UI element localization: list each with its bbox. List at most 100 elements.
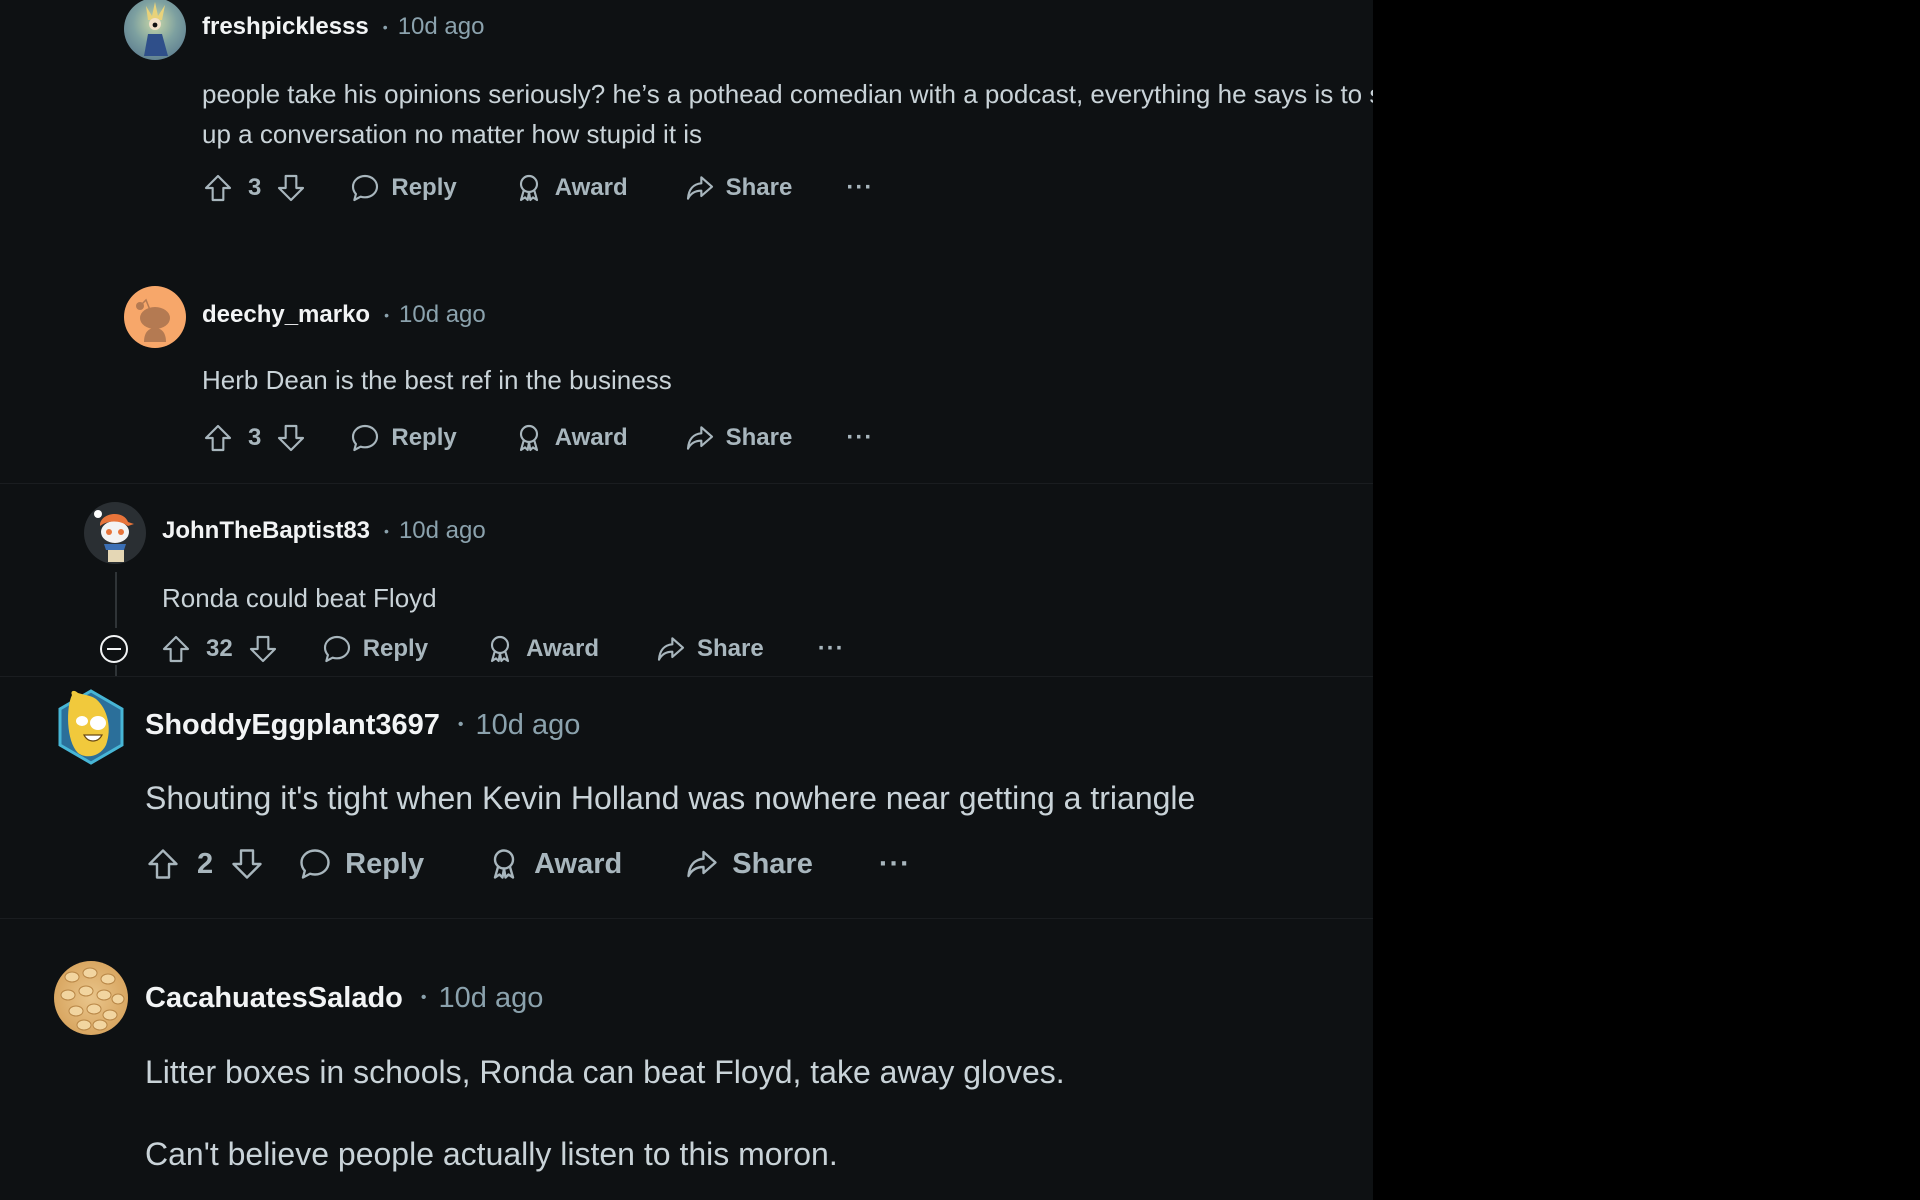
award-button[interactable]: Award xyxy=(513,172,628,204)
vote-score: 2 xyxy=(197,847,214,880)
share-button[interactable]: Share xyxy=(684,846,813,882)
share-label: Share xyxy=(725,424,793,451)
comment-text-line: Shouting it's tight when Kevin Holland w… xyxy=(145,780,1196,816)
avatar[interactable] xyxy=(56,687,126,767)
avatar-banana-nft-icon xyxy=(58,689,124,765)
avatar[interactable] xyxy=(54,961,128,1035)
timestamp[interactable]: 10d ago xyxy=(439,982,544,1015)
comment-meta: freshpicklesss • 10d ago xyxy=(202,12,484,42)
comment-body: Ronda could beat Floyd xyxy=(162,578,437,618)
reply-button[interactable]: Reply xyxy=(297,846,424,882)
share-arrow-icon xyxy=(686,426,713,450)
outer-background xyxy=(1373,0,1920,1200)
reply-label: Reply xyxy=(391,174,457,201)
meta-separator: • xyxy=(384,307,389,323)
comment-text-line: Can't believe people actually listen to … xyxy=(145,1136,838,1172)
downvote-button[interactable] xyxy=(275,422,307,454)
comment-actions: 32 Reply Award Share ··· xyxy=(160,631,845,667)
reply-bubble-icon xyxy=(300,849,330,879)
comment-body: people take his opinions seriously? he’s… xyxy=(202,74,1373,154)
comment-freshpicklesss: freshpicklesss • 10d ago people take his… xyxy=(0,0,1373,240)
share-arrow-icon xyxy=(687,850,717,878)
downvote-button[interactable] xyxy=(229,846,265,882)
comments-panel: freshpicklesss • 10d ago people take his… xyxy=(0,0,1373,1200)
vote-score: 32 xyxy=(206,635,233,662)
upvote-button[interactable] xyxy=(160,633,192,665)
comment-body: Litter boxes in schools, Ronda can beat … xyxy=(145,1049,1065,1177)
meta-separator: • xyxy=(457,716,464,733)
vote-score: 3 xyxy=(248,174,262,201)
more-options-button[interactable]: ··· xyxy=(846,424,873,452)
username[interactable]: freshpicklesss xyxy=(202,13,369,41)
reply-button[interactable]: Reply xyxy=(349,422,457,454)
reply-bubble-icon xyxy=(352,174,379,202)
reply-bubble-icon xyxy=(323,635,350,663)
timestamp[interactable]: 10d ago xyxy=(399,517,486,545)
share-label: Share xyxy=(725,174,793,201)
award-button[interactable]: Award xyxy=(513,422,628,454)
upvote-button[interactable] xyxy=(202,422,234,454)
upvote-button[interactable] xyxy=(145,846,181,882)
comment-meta: deechy_marko • 10d ago xyxy=(202,300,486,330)
share-label: Share xyxy=(696,635,764,662)
award-icon xyxy=(490,635,510,663)
upvote-button[interactable] xyxy=(202,172,234,204)
more-options-button[interactable]: ··· xyxy=(846,174,873,202)
username[interactable]: CacahuatesSalado xyxy=(145,982,403,1015)
downvote-button[interactable] xyxy=(247,633,279,665)
reply-button[interactable]: Reply xyxy=(321,633,428,665)
more-options-button[interactable]: ··· xyxy=(879,848,911,881)
upvote-icon xyxy=(204,424,232,452)
username[interactable]: JohnTheBaptist83 xyxy=(162,517,370,545)
avatar[interactable] xyxy=(124,0,186,60)
comment-actions: 3 Reply Award Share ··· xyxy=(202,420,873,456)
award-icon xyxy=(519,174,538,202)
comment-text-line: Ronda could beat Floyd xyxy=(162,583,437,613)
award-label: Award xyxy=(554,424,628,451)
collapse-thread-button[interactable] xyxy=(100,635,128,663)
share-button[interactable]: Share xyxy=(684,172,793,204)
comment-text-line: Herb Dean is the best ref in the busines… xyxy=(202,365,672,395)
comment-actions: 3 Reply Award Share ··· xyxy=(202,170,873,206)
share-button[interactable]: Share xyxy=(655,633,764,665)
avatar-peanuts-icon xyxy=(60,967,125,1031)
meta-separator: • xyxy=(382,19,388,35)
upvote-icon xyxy=(162,635,190,663)
timestamp[interactable]: 10d ago xyxy=(399,301,486,329)
share-label: Share xyxy=(732,847,813,880)
downvote-icon xyxy=(249,635,276,663)
username[interactable]: deechy_marko xyxy=(202,301,370,329)
vote-score: 3 xyxy=(248,424,262,451)
downvote-button[interactable] xyxy=(275,172,307,204)
collapse-minus-icon xyxy=(107,648,121,650)
avatar[interactable] xyxy=(84,502,146,564)
timestamp[interactable]: 10d ago xyxy=(476,709,581,742)
meta-separator: • xyxy=(384,523,389,539)
reply-bubble-icon xyxy=(352,424,379,452)
award-button[interactable]: Award xyxy=(484,633,599,665)
award-button[interactable]: Award xyxy=(486,846,622,882)
thread-line[interactable] xyxy=(115,665,117,676)
comment-meta: CacahuatesSalado • 10d ago xyxy=(145,980,543,1016)
share-arrow-icon xyxy=(657,637,685,661)
comment-text-line: Litter boxes in schools, Ronda can beat … xyxy=(145,1054,1065,1090)
meta-separator: • xyxy=(420,989,427,1006)
comment-meta: JohnTheBaptist83 • 10d ago xyxy=(162,516,486,546)
reply-label: Reply xyxy=(391,424,457,451)
more-options-button[interactable]: ··· xyxy=(818,635,845,663)
share-button[interactable]: Share xyxy=(684,422,793,454)
downvote-icon xyxy=(278,424,305,452)
upvote-icon xyxy=(204,174,232,202)
timestamp[interactable]: 10d ago xyxy=(398,13,485,41)
comment-body: Shouting it's tight when Kevin Holland w… xyxy=(145,775,1195,821)
downvote-icon xyxy=(278,174,305,202)
reply-button[interactable]: Reply xyxy=(349,172,457,204)
comment-actions: 2 Reply Award Share ··· xyxy=(145,844,911,884)
award-label: Award xyxy=(554,174,628,201)
thread-line[interactable] xyxy=(115,572,117,628)
username[interactable]: ShoddyEggplant3697 xyxy=(145,709,440,742)
avatar[interactable] xyxy=(124,286,186,348)
reply-label: Reply xyxy=(345,847,425,880)
comment-shoddyeggplant3697: ShoddyEggplant3697 • 10d ago Shouting it… xyxy=(0,677,1373,917)
avatar-snoo-hat-icon xyxy=(94,510,134,562)
